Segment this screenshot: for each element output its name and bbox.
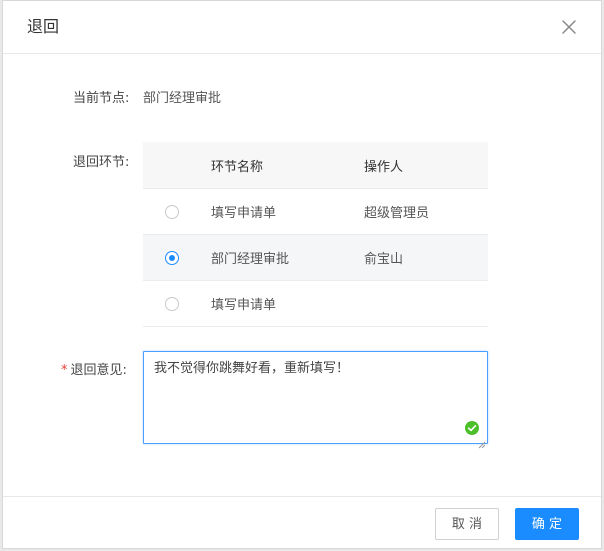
step-radio[interactable]	[165, 204, 179, 219]
row-operator: 俞宝山	[364, 234, 488, 281]
row-radio-cell	[143, 188, 211, 235]
check-circle-icon	[465, 421, 479, 435]
table-row[interactable]: 部门经理审批 俞宝山	[143, 234, 488, 281]
dialog-header: 退回	[3, 1, 601, 54]
required-mark: *	[61, 363, 68, 378]
table-header-row: 环节名称 操作人	[143, 142, 488, 189]
resize-handle-icon[interactable]	[478, 434, 486, 449]
confirm-button[interactable]: 确 定	[515, 508, 579, 540]
table-row[interactable]: 填写申请单	[143, 280, 488, 327]
cancel-button[interactable]: 取 消	[435, 508, 499, 540]
opinion-textarea[interactable]: 我不觉得你跳舞好看，重新填写！	[144, 352, 487, 443]
return-dialog: 退回 当前节点: 部门经理审批 退回环节: 环节名称 操作人 填写申请单 超级管…	[2, 0, 602, 549]
row-radio-cell	[143, 280, 211, 327]
row-operator	[364, 280, 488, 327]
header-operator: 操作人	[364, 142, 488, 189]
dialog-title: 退回	[27, 17, 60, 36]
step-radio[interactable]	[165, 250, 179, 265]
row-operator: 超级管理员	[364, 188, 488, 235]
step-radio[interactable]	[165, 296, 179, 311]
row-step-name: 填写申请单	[211, 280, 364, 327]
return-step-table: 环节名称 操作人 填写申请单 超级管理员 部门经理审批 俞宝山 填写申请单	[143, 142, 488, 327]
return-step-label: 退回环节:	[73, 155, 130, 170]
opinion-label-wrap: * 退回意见:	[61, 362, 127, 380]
opinion-field[interactable]: 我不觉得你跳舞好看，重新填写！	[143, 351, 488, 449]
row-step-name: 填写申请单	[211, 188, 364, 235]
close-icon[interactable]	[559, 17, 579, 37]
opinion-label: 退回意见:	[70, 363, 127, 378]
header-radio-cell	[143, 142, 211, 189]
header-step-name: 环节名称	[211, 142, 364, 189]
row-radio-cell	[143, 234, 211, 281]
row-step-name: 部门经理审批	[211, 234, 364, 281]
table-row[interactable]: 填写申请单 超级管理员	[143, 188, 488, 235]
current-node-label: 当前节点:	[73, 91, 130, 106]
current-node-value: 部门经理审批	[143, 91, 222, 106]
dialog-footer: 取 消 确 定	[3, 496, 601, 550]
